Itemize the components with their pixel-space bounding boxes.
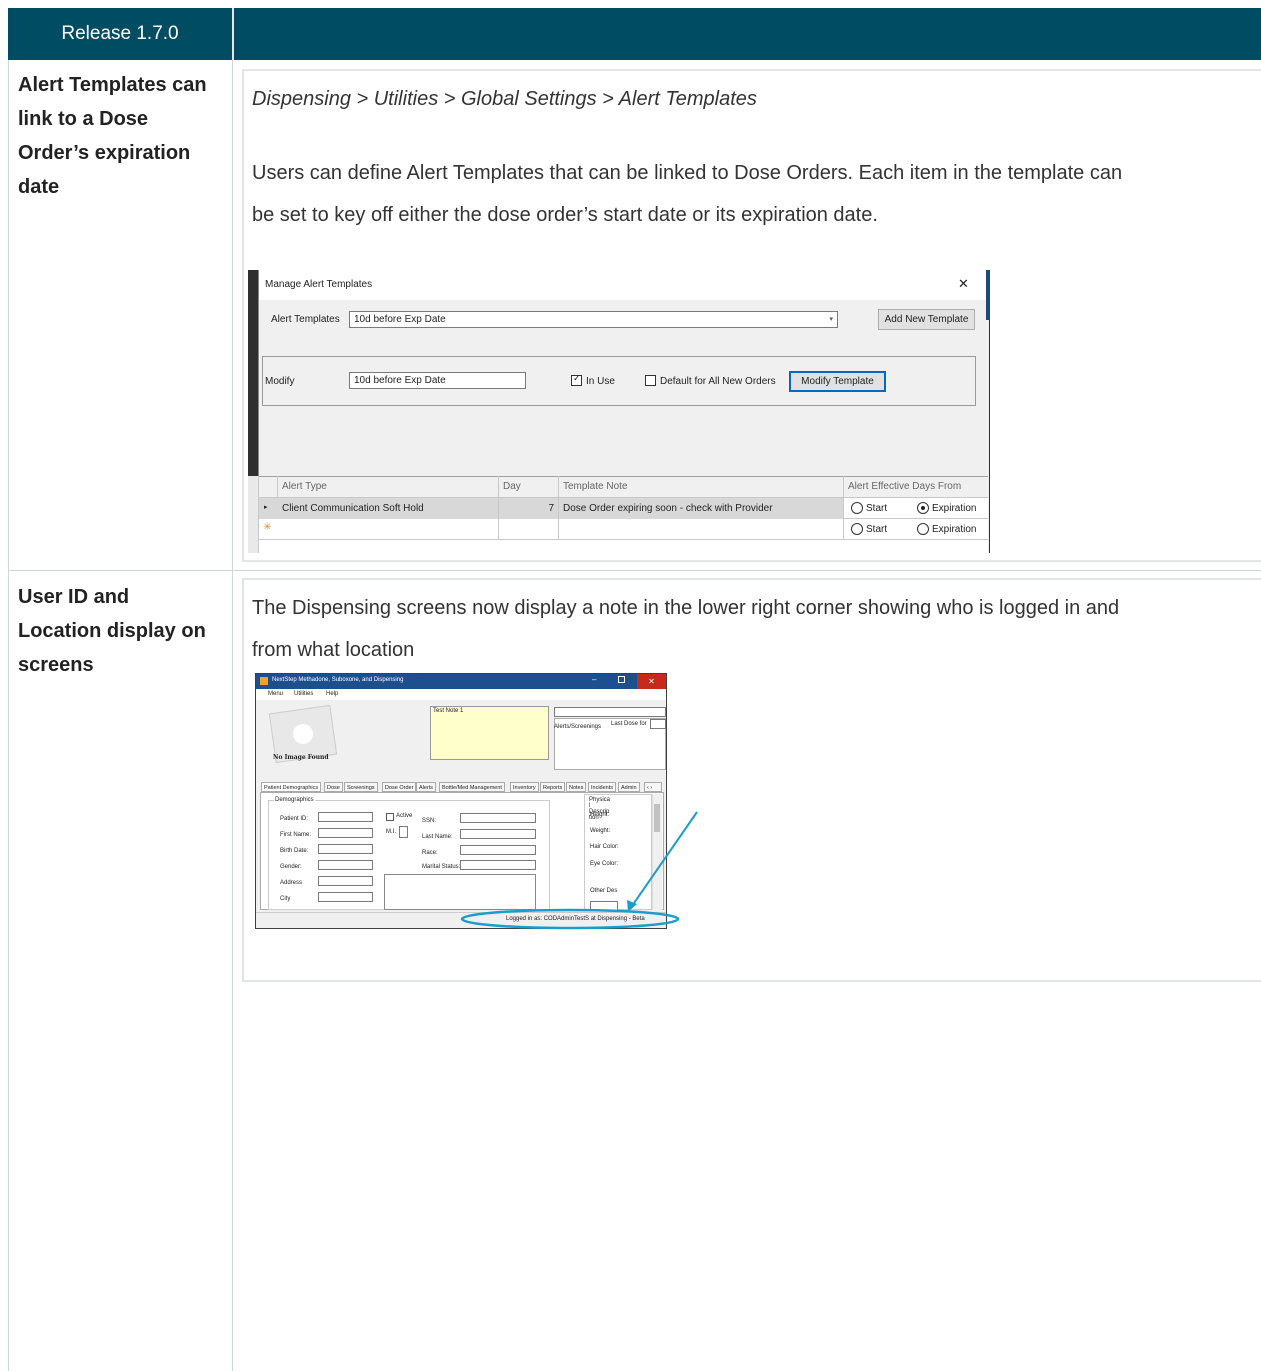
tab-scroll-arrows[interactable]: ‹ › xyxy=(644,782,662,792)
default-all-orders-checkbox[interactable] xyxy=(645,375,656,386)
tab-dose-order[interactable]: Dose Order xyxy=(382,782,417,792)
tab-admin[interactable]: Admin xyxy=(618,782,640,792)
tab-incidents[interactable]: Incidents xyxy=(588,782,617,792)
chevron-down-icon: ▾ xyxy=(829,316,833,323)
gender-field[interactable] xyxy=(318,860,373,870)
tab-dose[interactable]: Dose xyxy=(324,782,343,792)
annotation-arrow xyxy=(631,811,698,907)
alert-templates-select[interactable]: 10d before Exp Date ▾ xyxy=(349,311,838,328)
check-icon: ✓ xyxy=(573,373,581,383)
alerts-label: Alerts/Screenings xyxy=(554,724,602,730)
demographics-label: Demographics xyxy=(274,797,315,803)
table-row-divider xyxy=(8,570,1261,571)
city-field[interactable] xyxy=(318,892,373,902)
col-alert-type[interactable]: Alert Type xyxy=(278,476,499,497)
globe-icon xyxy=(291,722,315,746)
table-row[interactable]: Client Communication Soft Hold xyxy=(278,498,499,519)
in-use-checkbox[interactable]: ✓ xyxy=(571,373,582,386)
minimize-icon[interactable]: – xyxy=(592,675,596,684)
start-radio[interactable] xyxy=(851,502,863,514)
start-radio[interactable] xyxy=(851,523,863,535)
in-use-label: In Use xyxy=(586,376,615,387)
mi-field[interactable] xyxy=(399,826,408,838)
tab-screenings[interactable]: Screenings xyxy=(344,782,378,792)
row2-title: User ID and Location display on screens xyxy=(18,586,206,676)
last-dose-field[interactable] xyxy=(650,719,666,729)
patient-id-field[interactable] xyxy=(318,812,373,822)
dialog-title: Manage Alert Templates xyxy=(265,279,373,290)
address-field[interactable] xyxy=(318,876,373,886)
alert-field[interactable] xyxy=(554,707,666,717)
default-all-orders-label: Default for All New Orders xyxy=(660,376,776,387)
patient-note: Test Note 1 xyxy=(430,706,549,760)
table-column-divider xyxy=(232,60,233,1371)
last-dose-label: Last Dose for xyxy=(611,721,647,727)
row1-title: Alert Templates can link to a Dose Order… xyxy=(18,74,207,198)
row2-description: The Dispensing screens now display a not… xyxy=(252,597,1120,661)
close-icon[interactable]: ✕ xyxy=(958,276,969,292)
expiration-radio[interactable] xyxy=(917,502,929,514)
release-label: Release 1.7.0 xyxy=(61,23,179,44)
col-effective-days-from[interactable]: Alert Effective Days From xyxy=(844,476,988,497)
status-highlight-ellipse xyxy=(460,908,680,930)
birth-date-field[interactable] xyxy=(318,844,373,854)
tab-patient-demographics[interactable]: Patient Demographics xyxy=(261,782,322,792)
row1-description: Users can define Alert Templates that ca… xyxy=(252,162,1123,226)
app-icon xyxy=(260,677,268,685)
modify-template-button[interactable]: Modify Template xyxy=(789,371,886,392)
active-checkbox[interactable] xyxy=(386,813,394,821)
col-day[interactable]: Day xyxy=(499,476,559,497)
alert-templates-label: Alert Templates xyxy=(271,314,340,325)
menu-help[interactable]: Help xyxy=(326,691,338,697)
row1-menu-path: Dispensing > Utilities > Global Settings… xyxy=(252,88,757,110)
tab-alerts[interactable]: Alerts xyxy=(416,782,437,792)
tab-bottle-med[interactable]: Bottle/Med Management xyxy=(439,782,505,792)
new-row-icon: ✳ xyxy=(263,522,272,533)
tab-notes[interactable]: Notes xyxy=(566,782,587,792)
annotation-overlay xyxy=(460,811,698,930)
row-pointer-icon: ▸ xyxy=(264,504,268,511)
header-divider xyxy=(232,8,234,60)
table-left-border xyxy=(8,60,9,1371)
menu-menu[interactable]: Menu xyxy=(268,691,283,697)
close-icon[interactable]: ✕ xyxy=(637,674,666,689)
maximize-icon[interactable] xyxy=(618,676,625,683)
tab-inventory[interactable]: Inventory xyxy=(510,782,539,792)
expiration-radio[interactable] xyxy=(917,523,929,535)
manage-alert-templates-dialog: Manage Alert Templates ✕ Alert Templates… xyxy=(248,270,990,553)
no-image-label: No Image Found xyxy=(273,754,329,761)
modify-label: Modify xyxy=(265,376,295,387)
tab-reports[interactable]: Reports xyxy=(540,782,566,792)
window-title: NextStep Methadone, Suboxone, and Dispen… xyxy=(272,677,404,683)
table-row[interactable] xyxy=(278,519,499,540)
modify-name-input[interactable]: 10d before Exp Date xyxy=(349,372,526,389)
col-template-note[interactable]: Template Note xyxy=(559,476,844,497)
add-new-template-button[interactable]: Add New Template xyxy=(878,309,975,330)
first-name-field[interactable] xyxy=(318,828,373,838)
menu-utilities[interactable]: Utilities xyxy=(294,691,313,697)
